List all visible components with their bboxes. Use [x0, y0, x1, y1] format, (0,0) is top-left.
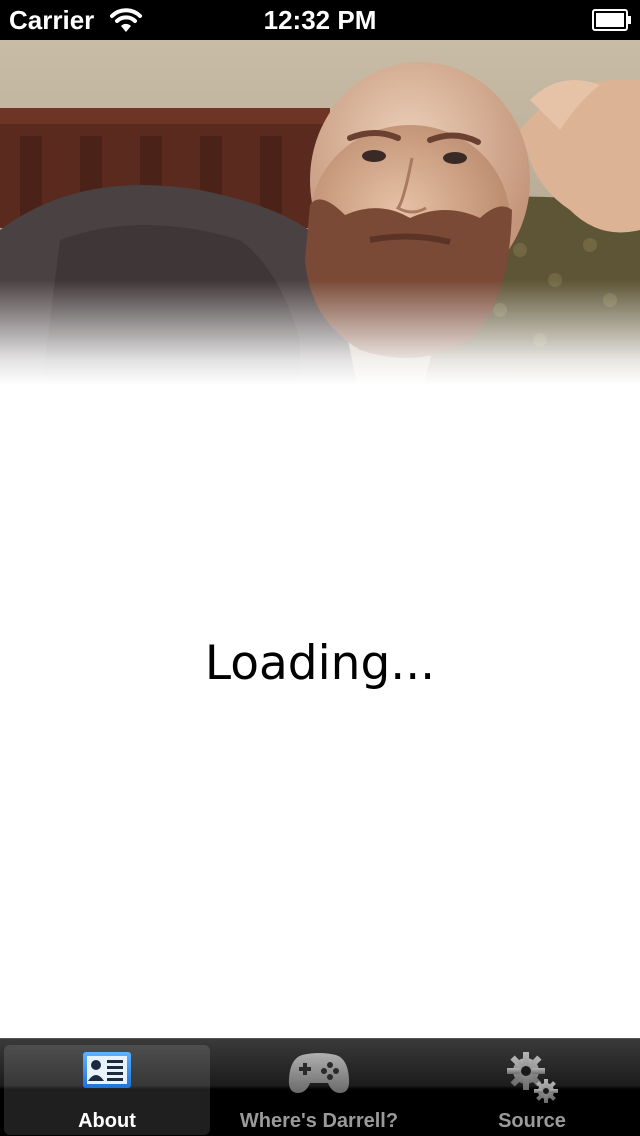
- tab-about-label: About: [78, 1110, 136, 1132]
- app-screen: Carrier 12:32 PM Loading... About Where'…: [0, 0, 640, 1136]
- tab-source[interactable]: Source: [428, 1045, 636, 1135]
- tab-wheres-darrell-label: Where's Darrell?: [239, 1110, 399, 1132]
- battery-icon: [592, 9, 632, 31]
- tab-about[interactable]: About: [4, 1045, 210, 1135]
- tab-bar: About Where's Darrell? Source: [0, 1038, 640, 1136]
- tab-source-label: Source: [498, 1110, 566, 1132]
- gears-icon: [504, 1051, 560, 1112]
- game-controller-icon: [288, 1051, 350, 1100]
- status-bar: Carrier 12:32 PM: [0, 0, 640, 40]
- tab-wheres-darrell[interactable]: Where's Darrell?: [214, 1045, 424, 1135]
- photo-fade-overlay: [0, 40, 640, 440]
- content-area: Loading...: [0, 40, 640, 1038]
- clock: 12:32 PM: [263, 5, 377, 35]
- loading-text: Loading...: [204, 636, 436, 691]
- contact-card-icon: [82, 1051, 132, 1094]
